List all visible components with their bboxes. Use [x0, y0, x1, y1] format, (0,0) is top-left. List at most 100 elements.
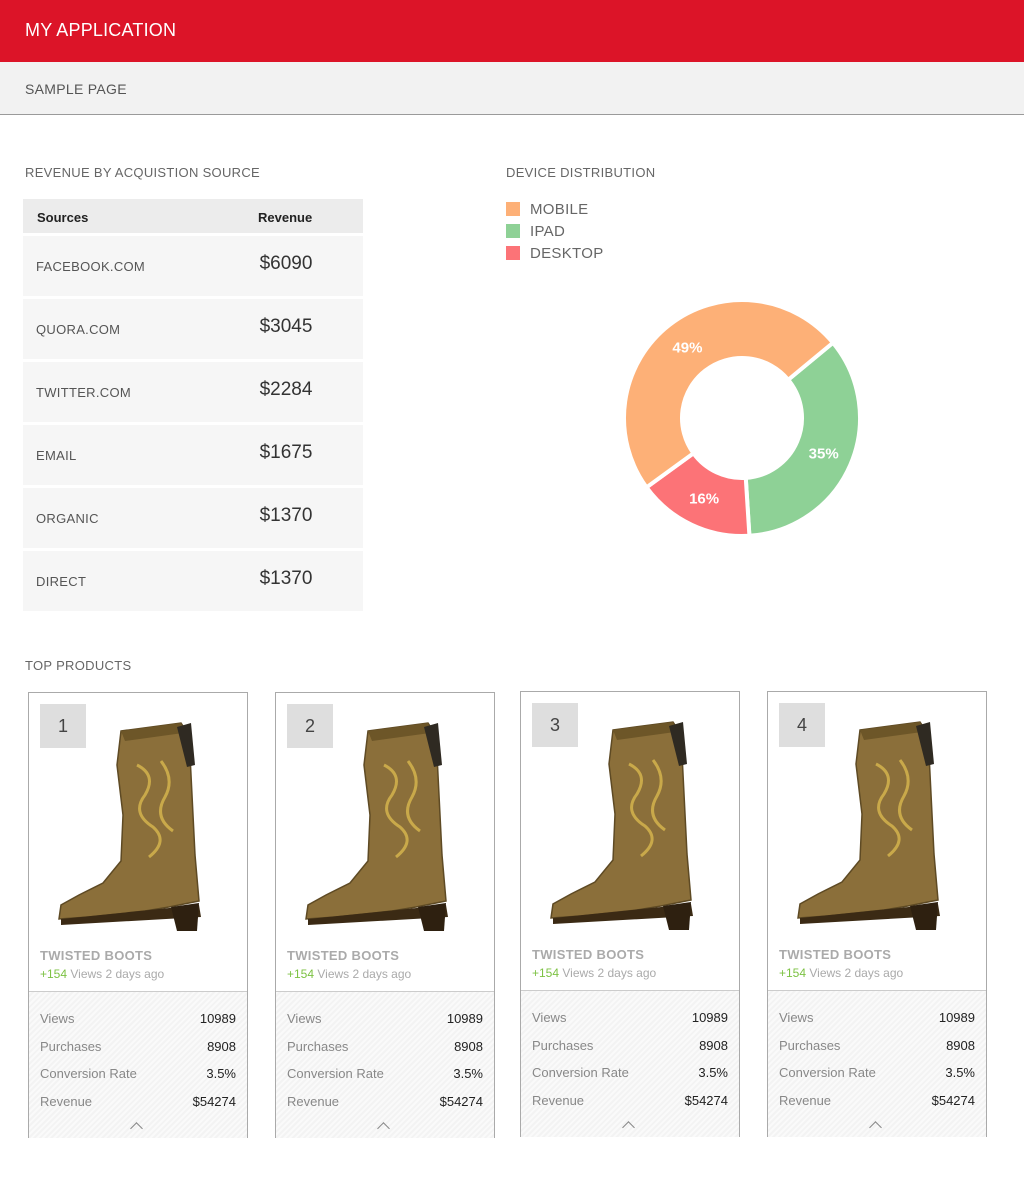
page-header: SAMPLE PAGE	[0, 62, 1024, 115]
device-donut-chart: 35% 16% 49%	[622, 298, 862, 538]
source-revenue: $1370	[259, 568, 313, 589]
product-meta: +154 Views 2 days ago	[40, 967, 164, 981]
source-name: FACEBOOK.COM	[36, 259, 146, 274]
product-stat: Purchases 8908	[40, 1039, 236, 1059]
stat-label: Views	[779, 1010, 814, 1025]
stat-label: Views	[40, 1011, 75, 1026]
stat-value: 3.5%	[698, 1065, 728, 1080]
product-meta: +154 Views 2 days ago	[532, 966, 656, 980]
chevron-up-icon[interactable]	[377, 1122, 390, 1135]
product-rank: 2	[287, 704, 333, 748]
source-revenue: $2284	[259, 379, 313, 400]
source-revenue: $3045	[259, 316, 313, 337]
stat-label: Conversion Rate	[40, 1066, 137, 1081]
product-stat: Revenue $54274	[779, 1093, 975, 1113]
stat-label: Purchases	[532, 1037, 594, 1053]
legend-item-mobile: MOBILE	[506, 200, 706, 222]
product-rank: 4	[779, 703, 825, 747]
slice-ipad	[743, 339, 862, 538]
chevron-up-icon[interactable]	[869, 1121, 882, 1134]
views-delta: +154	[40, 967, 68, 981]
product-stat: Views 10989	[532, 1010, 728, 1030]
legend-label: IPAD	[530, 223, 566, 240]
stat-value: $54274	[439, 1093, 483, 1109]
product-stat: Purchases 8908	[287, 1039, 483, 1059]
stat-label: Revenue	[532, 1092, 585, 1108]
product-stat: Purchases 8908	[532, 1038, 728, 1058]
source-revenue: $1675	[259, 442, 313, 463]
stat-label: Purchases	[779, 1037, 841, 1053]
stat-value: 10989	[199, 1011, 236, 1026]
stat-value: 8908	[454, 1038, 483, 1054]
slice-label-desktop: 16%	[689, 491, 719, 508]
revenue-column-header: Revenue	[258, 210, 313, 225]
source-revenue: $1370	[259, 505, 313, 526]
stat-value: 8908	[207, 1038, 236, 1054]
product-meta: +154 Views 2 days ago	[287, 967, 411, 981]
table-row: DIRECT $1370	[23, 551, 363, 611]
views-delta: +154	[287, 967, 315, 981]
product-name[interactable]: TWISTED BOOTS	[287, 948, 399, 963]
legend-item-desktop: DESKTOP	[506, 244, 706, 266]
views-delta: +154	[779, 966, 807, 980]
stat-value: 3.5%	[945, 1065, 975, 1080]
stat-label: Revenue	[40, 1093, 93, 1109]
product-stats: Views 10989 Purchases 8908 Conversion Rate 3.…	[521, 990, 739, 1137]
legend-swatch	[506, 202, 520, 216]
product-card[interactable]: 3 TWISTED BOOTS +154 Views 2 days ago Views…	[520, 691, 740, 1137]
page-title: SAMPLE PAGE	[25, 81, 127, 97]
stat-label: Conversion Rate	[287, 1066, 384, 1081]
stat-value: 3.5%	[453, 1066, 483, 1081]
app-header: MY APPLICATION	[0, 0, 1024, 62]
source-revenue: $6090	[259, 253, 313, 274]
table-row: EMAIL $1675	[23, 425, 363, 485]
views-since: Views 2 days ago	[314, 967, 412, 981]
product-stat: Views 10989	[287, 1011, 483, 1031]
stat-value: $54274	[684, 1092, 728, 1108]
product-card[interactable]: 4 TWISTED BOOTS +154 Views 2 days ago Views…	[767, 691, 987, 1137]
stat-value: 10989	[691, 1010, 728, 1025]
stat-value: $54274	[931, 1092, 975, 1108]
views-since: Views 2 days ago	[559, 966, 657, 980]
product-rank: 3	[532, 703, 578, 747]
product-stat: Revenue $54274	[532, 1093, 728, 1113]
source-name: EMAIL	[36, 448, 77, 463]
chevron-up-icon[interactable]	[130, 1122, 143, 1135]
stat-label: Revenue	[287, 1093, 340, 1109]
chart-legend: MOBILE IPAD DESKTOP	[506, 200, 706, 266]
product-card[interactable]: 2 TWISTED BOOTS +154 Views 2 days ago Views…	[275, 692, 495, 1138]
product-stat: Views 10989	[40, 1011, 236, 1031]
stat-value: 8908	[699, 1037, 728, 1053]
product-name[interactable]: TWISTED BOOTS	[40, 948, 152, 963]
stat-label: Views	[287, 1011, 322, 1026]
stat-label: Views	[532, 1010, 567, 1025]
revenue-section-title: REVENUE BY ACQUISTION SOURCE	[25, 165, 260, 180]
products-section-title: TOP PRODUCTS	[25, 658, 132, 673]
stat-label: Conversion Rate	[532, 1065, 629, 1080]
legend-label: MOBILE	[530, 201, 589, 218]
table-row: TWITTER.COM $2284	[23, 362, 363, 422]
product-stat: Purchases 8908	[779, 1038, 975, 1058]
revenue-table-header: Sources Revenue	[23, 199, 363, 233]
table-row: FACEBOOK.COM $6090	[23, 236, 363, 296]
revenue-table: Sources Revenue FACEBOOK.COM $6090 QUORA…	[23, 199, 363, 611]
product-name[interactable]: TWISTED BOOTS	[779, 947, 891, 962]
product-card[interactable]: 1 TWISTED BOOTS +154 Views 2 days ago Views…	[28, 692, 248, 1138]
source-name: DIRECT	[36, 574, 87, 589]
sources-column-header: Sources	[37, 210, 89, 225]
legend-swatch	[506, 224, 520, 238]
table-row: ORGANIC $1370	[23, 488, 363, 548]
stat-label: Purchases	[40, 1038, 102, 1054]
product-stat: Views 10989	[779, 1010, 975, 1030]
product-stat: Revenue $54274	[40, 1094, 236, 1114]
stat-label: Purchases	[287, 1038, 349, 1054]
chevron-up-icon[interactable]	[622, 1121, 635, 1134]
product-stat: Conversion Rate 3.5%	[40, 1066, 236, 1086]
product-stat: Conversion Rate 3.5%	[779, 1065, 975, 1085]
stat-value: 10989	[938, 1010, 975, 1025]
product-stats: Views 10989 Purchases 8908 Conversion Rate 3.…	[276, 991, 494, 1138]
views-delta: +154	[532, 966, 560, 980]
product-name[interactable]: TWISTED BOOTS	[532, 947, 644, 962]
stat-value: 8908	[946, 1037, 975, 1053]
product-stats: Views 10989 Purchases 8908 Conversion Rate 3.…	[768, 990, 986, 1137]
